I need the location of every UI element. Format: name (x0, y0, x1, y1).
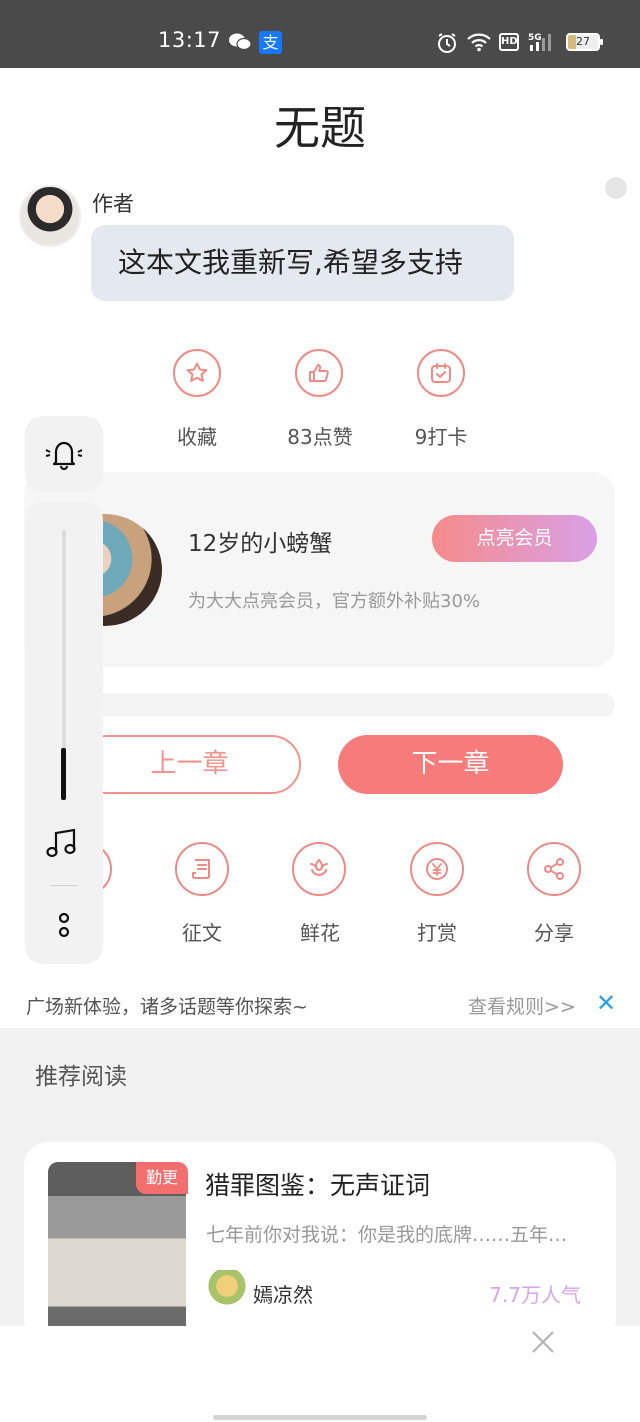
page-title: 无题 (274, 101, 366, 155)
checkin-label: 9打卡 (414, 425, 468, 449)
book-author: 嫣凉然 (253, 1283, 313, 1307)
progress-strip (50, 693, 615, 717)
member-name: 12岁的小螃蟹 (188, 531, 333, 557)
like-button[interactable] (295, 349, 343, 397)
favorite-label: 收藏 (177, 425, 217, 449)
recommend-title: 推荐阅读 (35, 1064, 127, 1090)
prev-chapter-button[interactable]: 上一章 (78, 735, 301, 794)
like-label: 83点赞 (287, 425, 353, 449)
book-title[interactable]: 猎罪图鉴：无声证词 (205, 1166, 430, 1202)
light-member-button[interactable]: 点亮会员 (432, 515, 597, 562)
notice-text: 广场新体验，诸多话题等你探索~ (26, 996, 308, 1018)
signal-5g-icon: 5G (528, 32, 554, 56)
tip-button[interactable] (410, 842, 464, 896)
book-author-avatar (208, 1270, 246, 1310)
member-description: 为大大点亮会员，官方额外补贴30% (188, 591, 481, 612)
more-dot[interactable] (605, 177, 627, 199)
battery-icon: 27 (566, 33, 603, 51)
more-options-icon[interactable] (57, 912, 71, 944)
status-time: 13:17 (158, 28, 222, 52)
status-bar: 13:17 支 HD 5G 27 (0, 0, 640, 68)
share-label: 分享 (534, 921, 574, 945)
checkin-button[interactable] (417, 349, 465, 397)
notification-bell-button[interactable] (25, 416, 103, 492)
view-rules-link[interactable]: 查看规则>> (468, 992, 576, 1019)
tip-label: 打赏 (417, 921, 457, 945)
author-avatar[interactable] (19, 185, 81, 247)
overlay-divider (50, 885, 78, 886)
flower-label: 鲜花 (300, 921, 340, 945)
alipay-icon: 支 (259, 31, 282, 54)
volume-level (61, 748, 66, 800)
music-note-icon[interactable] (46, 828, 78, 862)
next-chapter-button[interactable]: 下一章 (338, 735, 563, 794)
svg-text:5G: 5G (528, 33, 542, 43)
close-icon[interactable] (530, 1326, 556, 1359)
favorite-button[interactable] (173, 349, 221, 397)
author-label: 作者 (92, 192, 134, 216)
essay-contest-button[interactable] (175, 842, 229, 896)
bell-icon (42, 436, 86, 476)
book-description: 七年前你对我说：你是我的底牌……五年后，我成了你的底牌 (206, 1224, 581, 1246)
alarm-icon (436, 32, 458, 58)
author-message-bubble: 这本文我重新写,希望多支持 (91, 225, 514, 301)
wechat-icon (228, 32, 252, 56)
notice-close-icon[interactable]: ✕ (596, 989, 616, 1017)
home-indicator[interactable] (213, 1415, 427, 1420)
essay-contest-label: 征文 (182, 921, 222, 945)
book-popularity: 7.7万人气 (489, 1283, 581, 1307)
share-button[interactable] (527, 842, 581, 896)
hd-icon: HD (499, 33, 519, 51)
wifi-icon (466, 32, 492, 56)
update-badge: 勤更 (136, 1162, 188, 1194)
flower-button[interactable] (292, 842, 346, 896)
